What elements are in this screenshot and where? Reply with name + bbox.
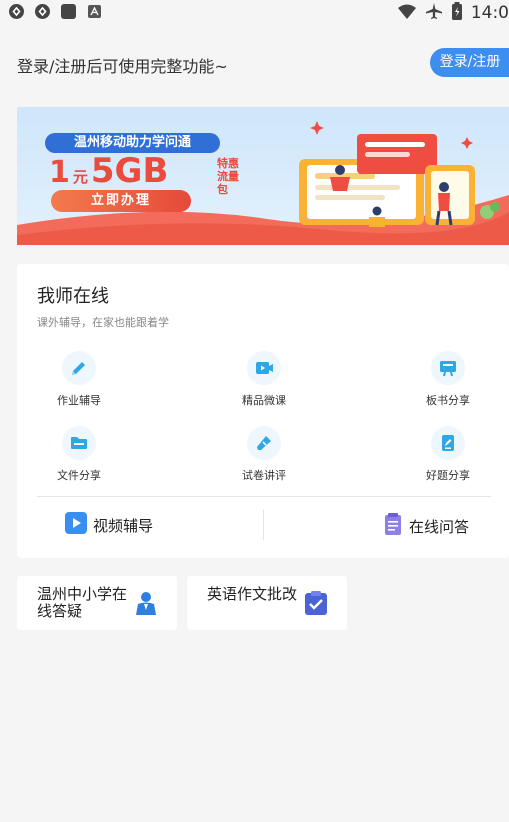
tile-wenzhou-qa[interactable]: 温州中小学在线答疑 bbox=[17, 576, 177, 630]
apply-now-button[interactable]: 立即办理 bbox=[51, 190, 191, 212]
video-icon bbox=[247, 351, 281, 385]
wifi-icon bbox=[397, 3, 417, 24]
section-title: 我师在线 bbox=[37, 286, 109, 307]
edit-icon bbox=[431, 426, 465, 460]
price-data: 5GB bbox=[90, 151, 169, 191]
status-bar: 14:0 bbox=[0, 0, 509, 26]
promo-banner[interactable]: 温州移动助力学问通 1 元5GB 特惠流量包 立即办理 bbox=[17, 107, 509, 245]
grid-item-file-share[interactable]: 文件分享 bbox=[34, 426, 124, 486]
sync-icon bbox=[8, 3, 25, 20]
grid-label: 文件分享 bbox=[57, 469, 101, 482]
sync-icon bbox=[34, 3, 51, 20]
tile-english-essay[interactable]: 英语作文批改 bbox=[187, 576, 347, 630]
folder-icon bbox=[62, 426, 96, 460]
grid-label: 精品微课 bbox=[242, 394, 286, 407]
clock-time: 14:0 bbox=[470, 3, 509, 23]
grid-item-exam-review[interactable]: 试卷讲评 bbox=[219, 426, 309, 486]
price-unit: 元 bbox=[72, 168, 88, 186]
grid-item-good-questions[interactable]: 好题分享 bbox=[403, 426, 493, 486]
banner-title: 温州移动助力学问通 bbox=[45, 133, 220, 153]
login-hint: 登录/注册后可使用完整功能~ bbox=[17, 57, 228, 76]
grid-label: 试卷讲评 bbox=[242, 469, 286, 482]
grid-label: 好题分享 bbox=[426, 469, 470, 482]
promo-label: 特惠流量包 bbox=[217, 157, 239, 196]
video-tutoring-label: 视频辅导 bbox=[93, 516, 154, 535]
grid-item-board-share[interactable]: 板书分享 bbox=[403, 351, 493, 411]
grid-label: 作业辅导 bbox=[57, 394, 101, 407]
clipboard-check-icon bbox=[303, 590, 329, 616]
price-number: 1 bbox=[49, 155, 70, 190]
pen-icon bbox=[247, 426, 281, 460]
online-qa-label: 在线问答 bbox=[409, 517, 470, 536]
grid-item-homework[interactable]: 作业辅导 bbox=[34, 351, 124, 411]
battery-icon bbox=[451, 2, 463, 24]
grid-item-microcourse[interactable]: 精品微课 bbox=[219, 351, 309, 411]
login-register-button[interactable]: 登录/注册 bbox=[430, 48, 509, 77]
tile-label: 温州中小学在线答疑 bbox=[37, 585, 128, 620]
online-qa-link[interactable]: 在线问答 bbox=[383, 512, 469, 540]
teacher-icon bbox=[133, 590, 159, 616]
board-icon bbox=[431, 351, 465, 385]
tile-label: 英语作文批改 bbox=[207, 585, 298, 603]
grid-label: 板书分享 bbox=[426, 394, 470, 407]
notebook-icon bbox=[383, 512, 403, 540]
pencil-icon bbox=[62, 351, 96, 385]
divider bbox=[37, 496, 491, 497]
airplane-icon bbox=[425, 2, 443, 24]
play-video-icon bbox=[65, 512, 87, 538]
section-subtitle: 课外辅导，在家也能跟着学 bbox=[37, 316, 169, 329]
vertical-divider bbox=[263, 510, 264, 540]
notification-icon bbox=[86, 3, 103, 20]
online-teacher-card: 我师在线 课外辅导，在家也能跟着学 作业辅导 精品微课 板书分享 文件分享 试卷… bbox=[17, 264, 509, 558]
app-icon bbox=[60, 3, 77, 20]
banner-price: 1 元5GB bbox=[49, 151, 168, 191]
video-tutoring-link[interactable]: 视频辅导 bbox=[65, 512, 153, 538]
